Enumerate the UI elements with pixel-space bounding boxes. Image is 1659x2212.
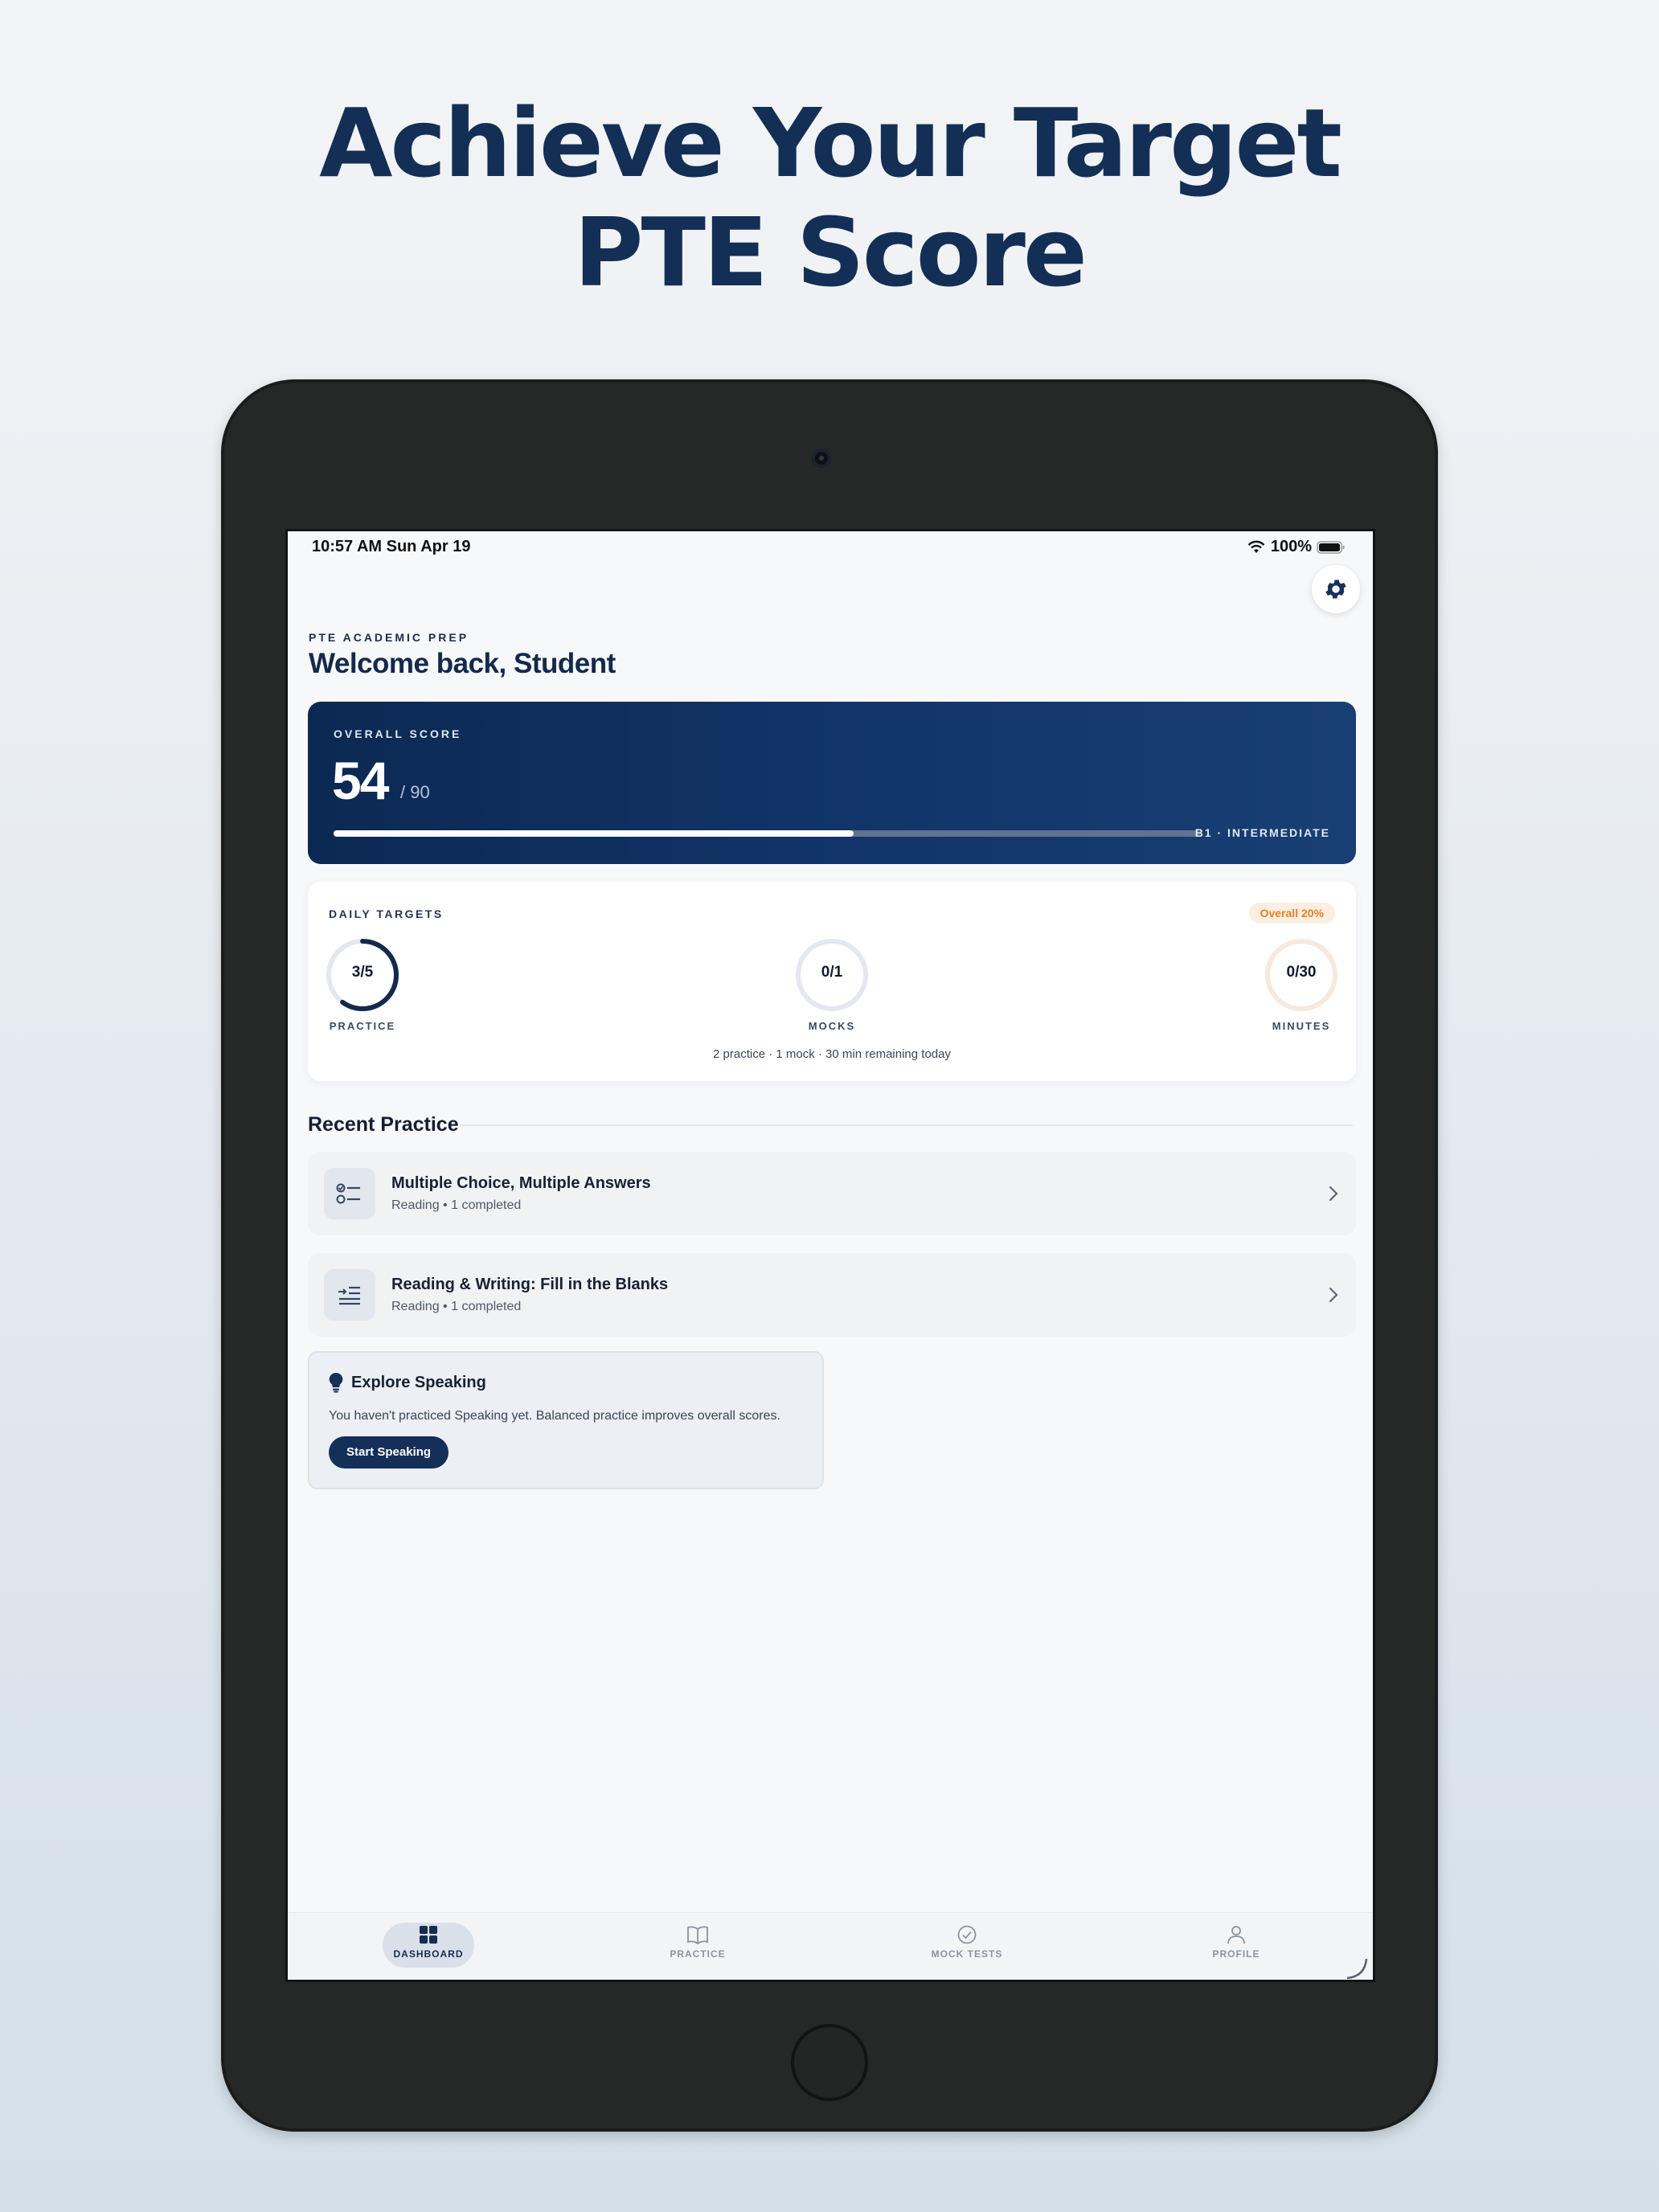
settings-button[interactable] (1312, 565, 1360, 613)
book-icon (687, 1926, 708, 1945)
wifi-icon (1247, 540, 1265, 553)
chevron-right-icon (1329, 1287, 1338, 1303)
status-indicators: 100% (1247, 538, 1346, 556)
mocks-target-ring: 0/1 MOCKS (793, 936, 870, 1041)
practice-item-title: Multiple Choice, Multiple Answers (391, 1174, 651, 1192)
tab-label: PRACTICE (670, 1948, 726, 1960)
recent-practice-item[interactable]: Reading & Writing: Fill in the Blanks Re… (308, 1253, 1356, 1337)
status-time: 10:57 AM Sun Apr 19 (312, 538, 471, 555)
dashboard-icon (420, 1926, 437, 1944)
daily-targets-card: DAILY TARGETS Overall 20% 3/5 PRACTICE 0… (308, 882, 1356, 1081)
tab-label: MOCK TESTS (931, 1948, 1003, 1960)
tab-profile[interactable]: PROFILE (1172, 1924, 1301, 1960)
bottom-tab-bar: DASHBOARD PRACTICE MOCK TESTS PROFILE (288, 1912, 1373, 1980)
score-max: / 90 (400, 782, 430, 802)
app-eyebrow: PTE ACADEMIC PREP (309, 631, 469, 644)
battery-percent: 100% (1270, 538, 1312, 555)
overall-progress-badge: Overall 20% (1248, 903, 1335, 924)
tab-mock-tests[interactable]: MOCK TESTS (903, 1924, 1031, 1960)
recent-practice-item[interactable]: Multiple Choice, Multiple Answers Readin… (308, 1152, 1356, 1235)
check-circle-icon (957, 1925, 977, 1944)
minutes-target-ring: 0/30 MINUTES (1263, 936, 1340, 1041)
mocks-target-label: MOCKS (808, 1020, 856, 1032)
status-bar: 10:57 AM Sun Apr 19 100% (288, 531, 1373, 560)
explore-speaking-card: Explore Speaking You haven't practiced S… (308, 1351, 824, 1489)
practice-item-subtitle: Reading • 1 completed (391, 1198, 522, 1212)
score-value: 54 (332, 751, 389, 810)
start-speaking-button[interactable]: Start Speaking (329, 1436, 449, 1469)
battery-icon (1317, 540, 1345, 554)
practice-target-label: PRACTICE (329, 1020, 396, 1032)
score-level: B1 · INTERMEDIATE (1194, 826, 1330, 839)
person-icon (1227, 1926, 1245, 1944)
lightbulb-icon (329, 1372, 343, 1393)
headline-line-2: PTE Score (574, 197, 1088, 308)
score-progress-fill (334, 830, 854, 837)
app-screen: 10:57 AM Sun Apr 19 100% PTE ACADEMIC PR… (285, 529, 1375, 1982)
practice-target-value: 3/5 (351, 964, 374, 981)
minutes-target-label: MINUTES (1272, 1020, 1331, 1032)
fill-blanks-icon (324, 1269, 375, 1321)
section-divider (460, 1124, 1353, 1126)
overall-score-card[interactable]: OVERALL SCORE 54 / 90 B1 · INTERMEDIATE (308, 702, 1356, 864)
recent-practice-title: Recent Practice (308, 1113, 459, 1136)
practice-target-ring: 3/5 PRACTICE (324, 936, 401, 1041)
marketing-headline: Achieve Your Target PTE Score (0, 88, 1659, 307)
gear-icon (1325, 580, 1346, 599)
score-progress-bar (334, 830, 1200, 837)
practice-item-title: Reading & Writing: Fill in the Blanks (391, 1276, 669, 1293)
tab-dashboard[interactable]: DASHBOARD (364, 1924, 493, 1960)
explore-description: You haven't practiced Speaking yet. Bala… (329, 1409, 780, 1423)
tab-label: PROFILE (1212, 1948, 1260, 1960)
welcome-title: Welcome back, Student (309, 648, 616, 679)
tab-label: DASHBOARD (393, 1948, 464, 1960)
chevron-right-icon (1329, 1186, 1338, 1202)
tablet-device-frame: 10:57 AM Sun Apr 19 100% PTE ACADEMIC PR… (221, 379, 1438, 2132)
explore-title: Explore Speaking (351, 1373, 486, 1391)
daily-targets-summary: 2 practice · 1 mock · 30 min remaining t… (713, 1047, 951, 1061)
tab-practice[interactable]: PRACTICE (633, 1924, 762, 1960)
headline-line-1: Achieve Your Target (319, 88, 1342, 199)
front-camera (812, 449, 831, 468)
score-label: OVERALL SCORE (334, 727, 462, 740)
resize-corner-icon (1346, 1958, 1368, 1980)
checklist-icon (324, 1168, 375, 1219)
daily-targets-title: DAILY TARGETS (329, 907, 444, 920)
home-button[interactable] (791, 2024, 868, 2101)
practice-item-subtitle: Reading • 1 completed (391, 1300, 522, 1313)
explore-header: Explore Speaking (329, 1372, 486, 1393)
minutes-target-value: 0/30 (1286, 964, 1317, 981)
mocks-target-value: 0/1 (821, 964, 843, 981)
